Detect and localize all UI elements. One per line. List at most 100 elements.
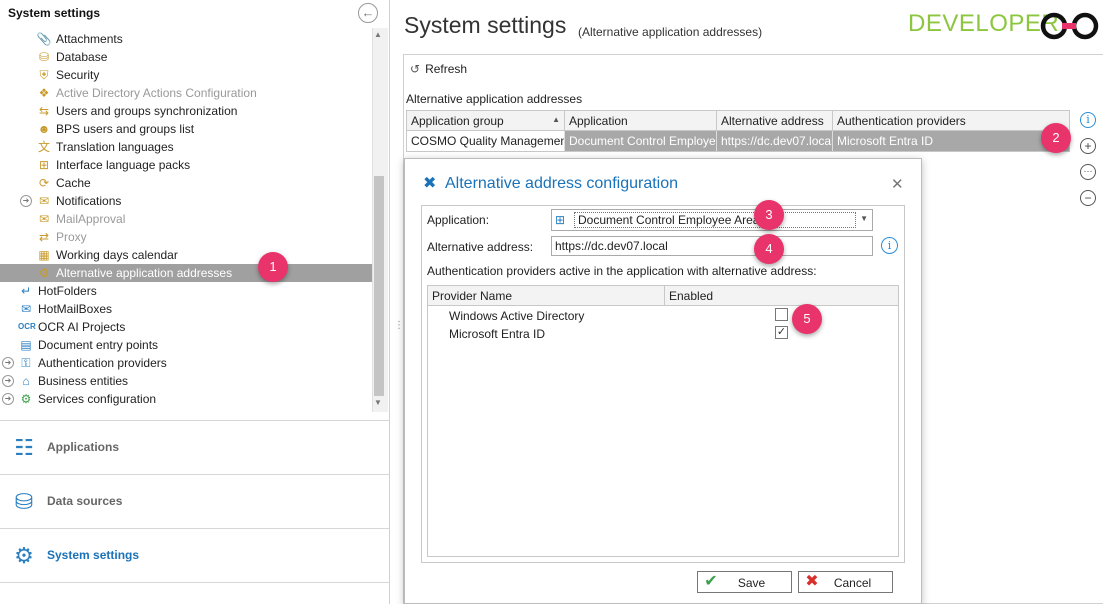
calendar-icon: ▦ [38, 248, 50, 262]
language-pack-icon: ⊞ [38, 158, 50, 172]
remove-icon[interactable]: − [1080, 190, 1096, 206]
hotfolder-icon: ↵ [20, 284, 32, 298]
system-settings-icon: ⚙ [14, 543, 34, 568]
tree-item-working-days-calendar[interactable]: ▦ Working days calendar [0, 246, 372, 264]
chevron-down-icon[interactable]: ▼ [860, 214, 868, 223]
tree-item-hotfolders[interactable]: ↵ HotFolders [0, 282, 372, 300]
tree-item-users-groups-sync[interactable]: ⇆ Users and groups synchronization [0, 102, 372, 120]
expand-arrow-icon[interactable]: ➜ [20, 195, 32, 207]
cache-icon: ⟳ [38, 176, 50, 190]
grid-cell[interactable]: Document Control Employe... [565, 131, 717, 151]
save-button[interactable]: ✔ Save [697, 571, 792, 593]
callout-badge: 1 [258, 252, 288, 282]
providers-caption: Authentication providers active in the a… [427, 264, 817, 278]
provider-name: Windows Active Directory [449, 309, 585, 323]
column-header-authentication-providers[interactable]: Authentication providers [833, 111, 1069, 131]
column-header-application[interactable]: Application [565, 111, 717, 131]
callout-badge: 3 [754, 200, 784, 230]
application-label: Application: [427, 213, 490, 227]
providers-grid: Provider Name Enabled [427, 285, 899, 557]
grid-cell[interactable]: https://dc.dev07.local [717, 131, 833, 151]
document-icon: ▤ [20, 338, 32, 352]
database-icon: ⛁ [38, 50, 50, 64]
tree-item-active-directory-actions[interactable]: ❖ Active Directory Actions Configuration [0, 84, 372, 102]
tree-item-ocr-ai-projects[interactable]: OCR OCR AI Projects [0, 318, 372, 336]
application-select-value: Document Control Employee Area [574, 212, 856, 228]
tree-item-attachments[interactable]: 📎 Attachments [0, 30, 372, 48]
brand-logo-icon [1040, 12, 1099, 40]
callout-badge: 5 [792, 304, 822, 334]
add-icon[interactable]: + [1080, 138, 1096, 154]
back-arrow-icon[interactable]: ← [358, 3, 378, 23]
column-header-provider-name[interactable]: Provider Name [428, 286, 665, 306]
envelope-icon: ✉ [38, 194, 50, 208]
tree-item-notifications[interactable]: ➜ ✉ Notifications [0, 192, 372, 210]
translate-icon: 文 [37, 140, 50, 154]
tree-item-document-entry-points[interactable]: ▤ Document entry points [0, 336, 372, 354]
grid-cell[interactable]: Microsoft Entra ID [833, 131, 1069, 151]
services-gear-icon: ⚙ [20, 392, 32, 406]
tree-item-hotmailboxes[interactable]: ✉ HotMailBoxes [0, 300, 372, 318]
close-icon[interactable]: ✕ [891, 175, 904, 193]
nav-system-settings[interactable]: ⚙ System settings [0, 528, 390, 582]
nav-data-sources[interactable]: ⛁ Data sources [0, 474, 390, 528]
tools-icon: ✖ [423, 175, 437, 192]
column-header-enabled[interactable]: Enabled [665, 286, 898, 306]
refresh-button[interactable]: ↺ Refresh [410, 62, 467, 76]
provider-name: Microsoft Entra ID [449, 327, 546, 341]
nav-applications[interactable]: ☷ Applications [0, 420, 390, 474]
data-sources-icon: ⛁ [14, 489, 34, 514]
tree-item-bps-users[interactable]: ☻ BPS users and groups list [0, 120, 372, 138]
provider-enabled-checkbox[interactable] [775, 308, 788, 321]
page-subtitle: (Alternative application addresses) [578, 25, 763, 39]
application-select[interactable]: ⊞ Document Control Employee Area ▼ [551, 209, 873, 231]
mail-approval-icon: ✉ [38, 212, 50, 226]
globe-gear-icon: ⚙ [38, 266, 50, 280]
tree-item-security[interactable]: ⛨ Security [0, 66, 372, 84]
provider-enabled-checkbox[interactable]: ✓ [775, 326, 788, 339]
more-options-icon[interactable]: ··· [1080, 164, 1096, 180]
cancel-button[interactable]: ✖ Cancel [798, 571, 893, 593]
tree-scrollbar-thumb[interactable] [374, 176, 384, 396]
scroll-up-icon[interactable]: ▲ [374, 30, 382, 39]
addresses-grid: Application group ▲ Application Alternati… [406, 110, 1070, 152]
tree-item-interface-language-packs[interactable]: ⊞ Interface language packs [0, 156, 372, 174]
tree-item-services-configuration[interactable]: ➜ ⚙ Services configuration [0, 390, 372, 408]
nav-next-section[interactable] [0, 582, 390, 604]
shield-icon: ⛨ [39, 68, 49, 82]
tree-item-alternative-application-addresses[interactable]: ⚙ Alternative application addresses [0, 264, 372, 282]
expand-arrow-icon[interactable]: ➜ [2, 393, 14, 405]
callout-badge: 4 [754, 234, 784, 264]
info-icon[interactable]: i [881, 237, 898, 254]
tree-item-database[interactable]: ⛁ Database [0, 48, 372, 66]
alt-address-input[interactable] [551, 236, 873, 256]
tree-item-cache[interactable]: ⟳ Cache [0, 174, 372, 192]
page-title: System settings [404, 12, 567, 38]
alt-address-label: Alternative address: [427, 240, 534, 254]
network-icon: ❖ [38, 86, 50, 100]
paperclip-icon: 📎 [36, 32, 52, 46]
column-header-application-group[interactable]: Application group ▲ [407, 111, 565, 131]
sync-icon: ⇆ [38, 104, 50, 118]
dialog-title: Alternative address configuration [445, 175, 679, 192]
tree-item-business-entities[interactable]: ➜ ⌂ Business entities [0, 372, 372, 390]
sort-ascending-icon: ▲ [552, 115, 560, 124]
applications-icon: ☷ [14, 435, 34, 460]
tree-item-authentication-providers[interactable]: ➜ ⚿ Authentication providers [0, 354, 372, 372]
callout-badge: 2 [1041, 123, 1071, 153]
brand-label: DEVELOPER [908, 10, 1060, 37]
users-icon: ☻ [37, 122, 51, 136]
info-icon[interactable]: i [1080, 112, 1096, 128]
column-header-alternative-address[interactable]: Alternative address [717, 111, 833, 131]
hotmailbox-icon: ✉ [20, 302, 32, 316]
scroll-down-icon[interactable]: ▼ [374, 398, 382, 407]
tree-item-proxy[interactable]: ⇄ Proxy [0, 228, 372, 246]
application-grid-icon: ⊞ [555, 213, 566, 227]
grid-cell[interactable]: COSMO Quality Management [407, 131, 565, 151]
key-users-icon: ⚿ [21, 356, 31, 370]
tree-item-mailapproval[interactable]: ✉ MailApproval [0, 210, 372, 228]
refresh-icon: ↺ [410, 62, 421, 76]
expand-arrow-icon[interactable]: ➜ [2, 375, 14, 387]
tree-item-translation-languages[interactable]: 文 Translation languages [0, 138, 372, 156]
expand-arrow-icon[interactable]: ➜ [2, 357, 14, 369]
